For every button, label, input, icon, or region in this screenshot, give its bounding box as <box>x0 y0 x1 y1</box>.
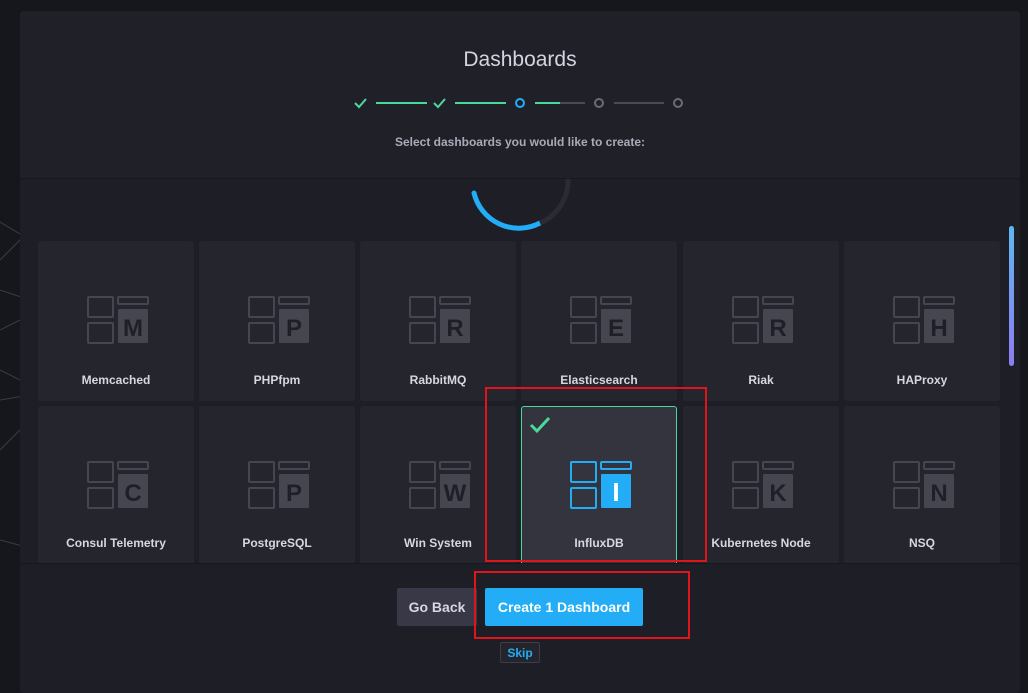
dashboard-card-kubernetes-node[interactable]: K Kubernetes Node <box>683 406 839 566</box>
dashboard-logo-letter: I <box>612 477 619 507</box>
dashboard-logo-icon: P <box>248 461 310 509</box>
dashboard-logo-icon: I <box>570 461 632 509</box>
step-3-current-icon <box>515 98 525 108</box>
dashboard-name: PostgreSQL <box>242 536 312 550</box>
loading-spinner-icon <box>471 178 571 231</box>
dashboard-logo-icon: C <box>87 461 149 509</box>
dashboard-name: Memcached <box>81 373 151 387</box>
dashboard-logo-icon: H <box>893 296 955 344</box>
step-2-check-icon <box>433 98 446 109</box>
dashboard-logo-letter: E <box>608 315 624 342</box>
dashboard-logo-letter: R <box>446 315 463 342</box>
progress-stepper <box>354 98 683 109</box>
dashboard-logo-letter: P <box>286 315 302 342</box>
dashboard-logo-icon: N <box>893 461 955 509</box>
dashboard-logo-icon: K <box>732 461 794 509</box>
dashboard-logo-letter: N <box>930 480 947 507</box>
dashboard-card-rabbitmq[interactable]: R RabbitMQ <box>360 241 516 401</box>
dashboard-name: Riak <box>748 373 774 387</box>
dashboard-logo-icon: R <box>409 296 471 344</box>
dashboard-card-elasticsearch[interactable]: E Elasticsearch <box>521 241 677 401</box>
dashboard-logo-icon: E <box>570 296 632 344</box>
dashboard-list-scrollbar[interactable] <box>1009 226 1014 366</box>
selected-check-icon <box>529 416 551 434</box>
create-dashboard-button[interactable]: Create 1 Dashboard <box>485 588 643 626</box>
dashboard-name: Consul Telemetry <box>66 536 166 550</box>
dashboard-name: PHPfpm <box>253 373 301 387</box>
dashboard-logo-letter: M <box>123 315 143 342</box>
dashboard-logo-letter: R <box>769 315 786 342</box>
wizard-header: Dashboards Select dashboards you would l… <box>20 11 1020 179</box>
dashboard-card-haproxy[interactable]: H HAProxy <box>844 241 1000 401</box>
dashboard-name: NSQ <box>908 536 935 550</box>
dashboard-logo-icon: W <box>409 461 471 509</box>
dashboard-logo-icon: R <box>732 296 794 344</box>
dashboard-card-influxdb[interactable]: I InfluxDB <box>521 406 677 566</box>
dashboard-logo-letter: H <box>930 315 947 342</box>
dashboard-name: Elasticsearch <box>560 373 638 387</box>
wizard-footer: Go Back Create 1 Dashboard Skip <box>20 563 1020 693</box>
dashboard-logo-icon: P <box>248 296 310 344</box>
dashboard-name: Kubernetes Node <box>711 536 811 550</box>
step-1-check-icon <box>354 98 367 109</box>
page-title: Dashboards <box>463 48 577 71</box>
dashboard-logo-letter: C <box>124 480 141 507</box>
dashboards-wizard: Dashboards Select dashboards you would l… <box>20 11 1020 693</box>
dashboard-name: InfluxDB <box>574 536 624 550</box>
dashboard-card-riak[interactable]: R Riak <box>683 241 839 401</box>
dashboard-logo-letter: W <box>444 480 467 507</box>
dashboard-card-nsq[interactable]: N NSQ <box>844 406 1000 566</box>
dashboard-logo-letter: P <box>286 480 302 507</box>
dashboard-logo-icon: M <box>87 296 149 344</box>
dashboard-card-consul-telemetry[interactable]: C Consul Telemetry <box>38 406 194 566</box>
go-back-button[interactable]: Go Back <box>397 588 477 626</box>
step-5-pending-icon <box>673 98 683 108</box>
dashboard-logo-letter: K <box>769 480 787 507</box>
dashboard-card-memcached[interactable]: M Memcached <box>38 241 194 401</box>
skip-button[interactable]: Skip <box>500 642 540 663</box>
dashboard-card-postgresql[interactable]: P PostgreSQL <box>199 406 355 566</box>
step-4-pending-icon <box>594 98 604 108</box>
dashboard-card-phpfpm[interactable]: P PHPfpm <box>199 241 355 401</box>
dashboard-card-win-system[interactable]: W Win System <box>360 406 516 566</box>
dashboard-grid: M Memcached P PHPfpm R RabbitMQ E Elasticsearch… <box>38 241 1004 566</box>
dashboard-name: RabbitMQ <box>409 373 467 387</box>
dashboard-name: HAProxy <box>896 373 948 387</box>
dashboard-name: Win System <box>404 536 472 550</box>
wizard-subtitle: Select dashboards you would like to crea… <box>394 135 646 149</box>
